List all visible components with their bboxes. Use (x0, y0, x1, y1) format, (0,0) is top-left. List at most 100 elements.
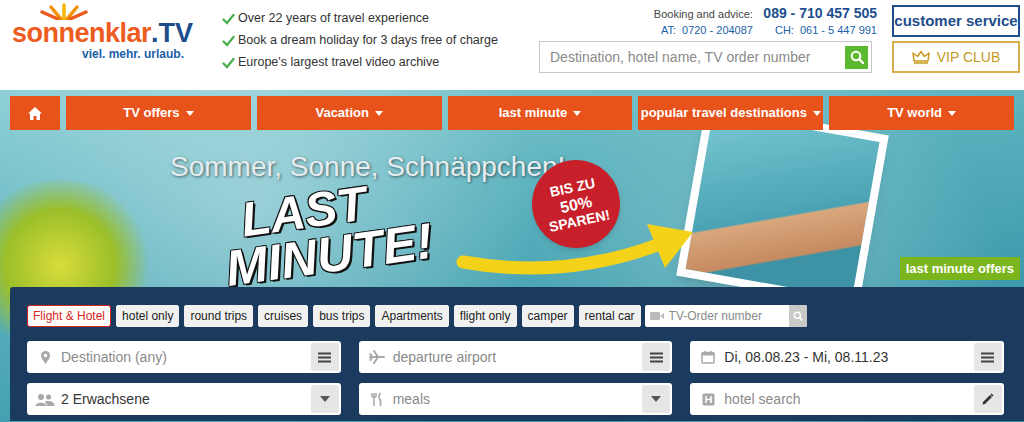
contact-secondary: AT: 0720 - 204087 CH: 061 - 5 447 991 (539, 23, 879, 37)
country-code: CH: (775, 23, 794, 37)
people-icon (35, 393, 55, 406)
caret-down-icon (651, 396, 661, 402)
field-text: 2 Erwachsene (55, 389, 311, 410)
field-text: Destination (any) (55, 347, 311, 368)
order-number-field (645, 305, 807, 327)
nav-label: TV world (887, 103, 942, 123)
caret-icon (948, 111, 956, 116)
usp-list: Over 22 years of travel experienceBook a… (222, 0, 498, 90)
travellers-field[interactable]: 2 Erwachsene (27, 383, 341, 415)
site-search (539, 41, 872, 73)
video-icon (645, 311, 665, 321)
tab-label: Flight & Hotel (33, 307, 105, 325)
crown-icon (912, 50, 930, 64)
main-nav: TV offers Vacation last minute popular trav… (0, 90, 1024, 130)
calendar-icon (698, 350, 718, 364)
search-tab[interactable]: cruises (258, 305, 308, 327)
field-button[interactable] (642, 343, 670, 371)
field-button[interactable] (311, 343, 339, 371)
contact-country: AT: 0720 - 204087 (661, 23, 753, 37)
logo[interactable]: sonnenklar .TV viel. mehr. urlaub. (0, 0, 222, 90)
search-panel: Flight & Hotel hotel only round trips cruis… (10, 287, 1024, 421)
usp-item: Europe's largest travel video archive (222, 54, 498, 71)
last-minute-offers-link[interactable]: last minute offers (900, 257, 1020, 280)
field-text: meals (387, 389, 643, 410)
search-tab[interactable]: camper (522, 305, 574, 327)
tab-label: flight only (460, 307, 511, 325)
field-button[interactable] (642, 385, 670, 413)
search-button[interactable] (845, 46, 868, 69)
search-icon (850, 50, 864, 64)
home-icon (27, 106, 43, 121)
cutlery-icon (367, 392, 387, 407)
order-number-input[interactable] (665, 305, 789, 327)
search-tab[interactable]: Apartments (375, 305, 448, 327)
tab-label: bus trips (319, 307, 364, 325)
tab-label: camper (528, 307, 568, 325)
field-button[interactable] (311, 385, 339, 413)
customer-service-button[interactable]: customer service (892, 5, 1020, 37)
nav-item[interactable]: Vacation (257, 96, 442, 130)
sun-icon (34, 2, 94, 20)
country-phone[interactable]: 061 - 5 447 991 (800, 23, 877, 37)
nav-label: last minute (499, 103, 568, 123)
destination-field[interactable]: Destination (any) (27, 341, 341, 373)
pin-icon (35, 350, 55, 365)
nav-item[interactable]: last minute (448, 96, 633, 130)
field-text: Di, 08.08.23 - Mi, 08.11.23 (718, 347, 974, 368)
logo-tagline: viel. mehr. urlaub. (12, 47, 184, 61)
caret-icon (813, 111, 821, 116)
nav-item[interactable]: popular travel destinations (638, 96, 823, 130)
caret-down-icon (320, 396, 330, 402)
search-tab[interactable]: bus trips (313, 305, 370, 327)
airport-field[interactable]: departure airport (359, 341, 673, 373)
site-header: sonnenklar .TV viel. mehr. urlaub. Over … (0, 0, 1024, 90)
field-text: departure airport (387, 347, 643, 368)
contact-country: CH: 061 - 5 447 991 (775, 23, 877, 37)
nav-item[interactable]: TV world (829, 96, 1014, 130)
vip-club-button[interactable]: VIP CLUB (892, 41, 1020, 73)
nav-label: popular travel destinations (641, 103, 807, 123)
hotel-field[interactable]: hotel search (690, 383, 1004, 415)
country-phone[interactable]: 0720 - 204087 (682, 23, 753, 37)
tab-label: cruises (264, 307, 302, 325)
nav-label: Vacation (315, 103, 368, 123)
logo-suffix[interactable]: .TV (151, 20, 193, 47)
search-tab[interactable]: flight only (454, 305, 517, 327)
contact-line: Booking and advice: 089 - 710 457 505 (539, 4, 879, 23)
search-tab[interactable]: hotel only (116, 305, 179, 327)
menu-icon (318, 352, 331, 363)
vip-club-label: VIP CLUB (937, 47, 1001, 68)
search-tab[interactable]: round trips (184, 305, 253, 327)
site-search-input[interactable] (540, 42, 845, 72)
search-icon (793, 311, 803, 321)
home-button[interactable] (10, 96, 60, 130)
tab-label: round trips (190, 307, 247, 325)
search-tab[interactable]: rental car (579, 305, 641, 327)
hotel-icon (698, 393, 718, 406)
pencil-icon (981, 393, 994, 406)
tab-label: Apartments (381, 307, 442, 325)
contact-area: Booking and advice: 089 - 710 457 505 AT… (539, 0, 879, 90)
check-icon (222, 57, 235, 69)
plane-icon (367, 350, 387, 364)
caret-icon (573, 111, 581, 116)
country-code: AT: (661, 23, 676, 37)
field-button[interactable] (974, 343, 1002, 371)
field-text: hotel search (718, 389, 974, 410)
meals-field[interactable]: meals (359, 383, 673, 415)
field-button[interactable] (974, 385, 1002, 413)
tab-label: rental car (585, 307, 635, 325)
order-search-button[interactable] (789, 305, 807, 327)
menu-icon (650, 352, 663, 363)
search-tab[interactable]: Flight & Hotel (27, 305, 111, 327)
tab-label: hotel only (122, 307, 173, 325)
nav-item[interactable]: TV offers (66, 96, 251, 130)
search-fields: Destination (any) departure airport Di, 08… (10, 341, 1024, 415)
logo-brand[interactable]: sonnenklar (12, 20, 151, 47)
usp-item: Over 22 years of travel experience (222, 10, 498, 27)
photo-frame (676, 103, 889, 307)
caret-icon (375, 111, 383, 116)
dates-field[interactable]: Di, 08.08.23 - Mi, 08.11.23 (690, 341, 1004, 373)
contact-phone[interactable]: 089 - 710 457 505 (763, 5, 877, 21)
